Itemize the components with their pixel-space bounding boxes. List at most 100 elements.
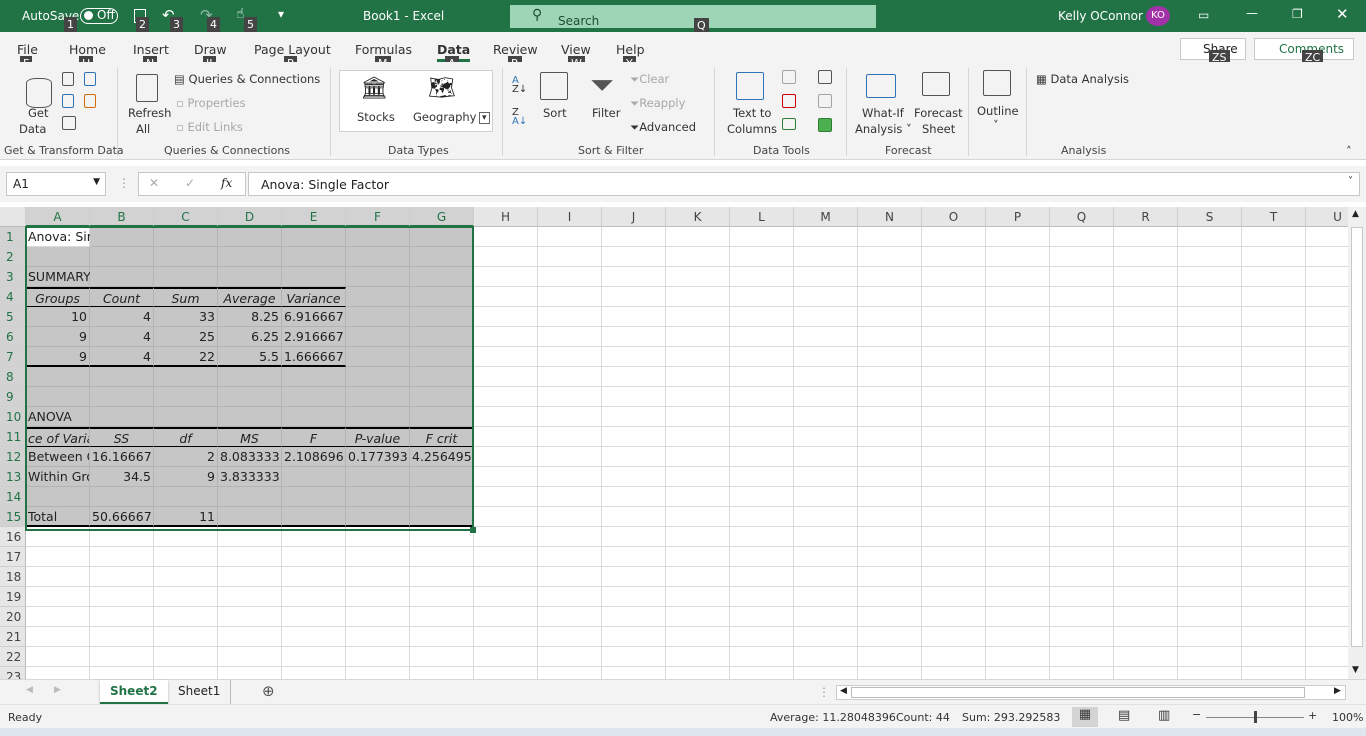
cell[interactable] [26,587,90,607]
cell[interactable] [1178,267,1242,287]
cell[interactable] [666,547,730,567]
column-header-Q[interactable]: Q [1050,207,1114,227]
cell[interactable] [1050,647,1114,667]
cell[interactable] [602,347,666,367]
cell[interactable] [858,567,922,587]
cell[interactable] [730,307,794,327]
cell[interactable] [794,607,858,627]
cell[interactable] [474,247,538,267]
cell[interactable] [858,547,922,567]
cell[interactable] [1306,267,1348,287]
data-model-icon[interactable] [818,118,832,132]
properties-button[interactable]: ▫ Properties [176,96,246,110]
cell[interactable] [602,427,666,447]
cell[interactable] [858,267,922,287]
text-to-columns-label[interactable]: Columns [727,122,777,136]
stocks-button[interactable]: Stocks [357,110,395,124]
row-header-8[interactable]: 8 [0,367,26,387]
cell[interactable] [1178,647,1242,667]
cell[interactable] [794,547,858,567]
cell[interactable] [26,547,90,567]
tab-draw[interactable]: Draw [194,42,227,57]
customize-qat-icon[interactable]: ▾ [278,7,284,21]
cell[interactable] [922,527,986,547]
cell[interactable] [410,607,474,627]
cell[interactable] [538,367,602,387]
data-validation-icon[interactable] [782,118,796,130]
cell[interactable] [474,227,538,247]
row-header-3[interactable]: 3 [0,267,26,287]
cell[interactable] [1306,547,1348,567]
row-header-17[interactable]: 17 [0,547,26,567]
cell[interactable] [666,587,730,607]
cell[interactable] [538,407,602,427]
cell[interactable] [1306,647,1348,667]
cell[interactable] [922,647,986,667]
cell[interactable] [538,547,602,567]
cell[interactable] [1306,307,1348,327]
cell[interactable] [1114,567,1178,587]
cell[interactable] [90,567,154,587]
cell[interactable] [1178,387,1242,407]
column-header-E[interactable]: E [282,207,346,227]
cell[interactable] [1242,387,1306,407]
row-header-6[interactable]: 6 [0,327,26,347]
cell[interactable] [1050,387,1114,407]
cell[interactable] [282,627,346,647]
cell[interactable] [1242,567,1306,587]
cell[interactable] [1306,407,1348,427]
cell[interactable] [922,247,986,267]
cell[interactable] [538,507,602,527]
row-header-5[interactable]: 5 [0,307,26,327]
from-table-icon[interactable] [62,116,76,130]
cell[interactable] [282,587,346,607]
cell[interactable] [1050,607,1114,627]
cell[interactable] [346,547,410,567]
cell[interactable] [538,607,602,627]
cell[interactable] [1242,487,1306,507]
cell[interactable] [26,667,90,679]
cell[interactable] [1306,327,1348,347]
tab-insert[interactable]: Insert [133,42,169,57]
cell[interactable] [922,407,986,427]
cell[interactable] [986,267,1050,287]
cell[interactable] [90,547,154,567]
cell[interactable] [730,327,794,347]
cell[interactable] [922,447,986,467]
zoom-level[interactable]: 100% [1332,711,1363,724]
cell[interactable] [474,507,538,527]
cell[interactable] [602,287,666,307]
cell[interactable] [666,247,730,267]
cell[interactable] [538,427,602,447]
outline-button[interactable]: Outline [977,104,1019,118]
from-web-icon[interactable] [62,94,74,108]
cell[interactable] [858,247,922,267]
row-header-2[interactable]: 2 [0,247,26,267]
cell[interactable] [1178,667,1242,679]
scroll-left-icon[interactable]: ◀ [840,686,847,696]
cell[interactable] [730,427,794,447]
cell[interactable] [282,547,346,567]
cell[interactable] [154,607,218,627]
cell[interactable] [1114,227,1178,247]
column-header-T[interactable]: T [1242,207,1306,227]
cell[interactable] [1050,227,1114,247]
cell[interactable] [474,567,538,587]
cell[interactable] [794,507,858,527]
cell[interactable] [26,647,90,667]
cell[interactable] [794,327,858,347]
tab-review[interactable]: Review [493,42,538,57]
cell[interactable] [474,447,538,467]
column-header-O[interactable]: O [922,207,986,227]
cell[interactable] [538,267,602,287]
cell[interactable] [794,527,858,547]
cell[interactable] [922,627,986,647]
cell[interactable] [1050,347,1114,367]
cell[interactable] [26,567,90,587]
cell[interactable] [602,607,666,627]
cell[interactable] [1114,467,1178,487]
cell[interactable] [1306,527,1348,547]
cell[interactable] [474,547,538,567]
restore-icon[interactable]: ❐ [1292,7,1303,21]
minimize-icon[interactable]: — [1246,6,1258,20]
